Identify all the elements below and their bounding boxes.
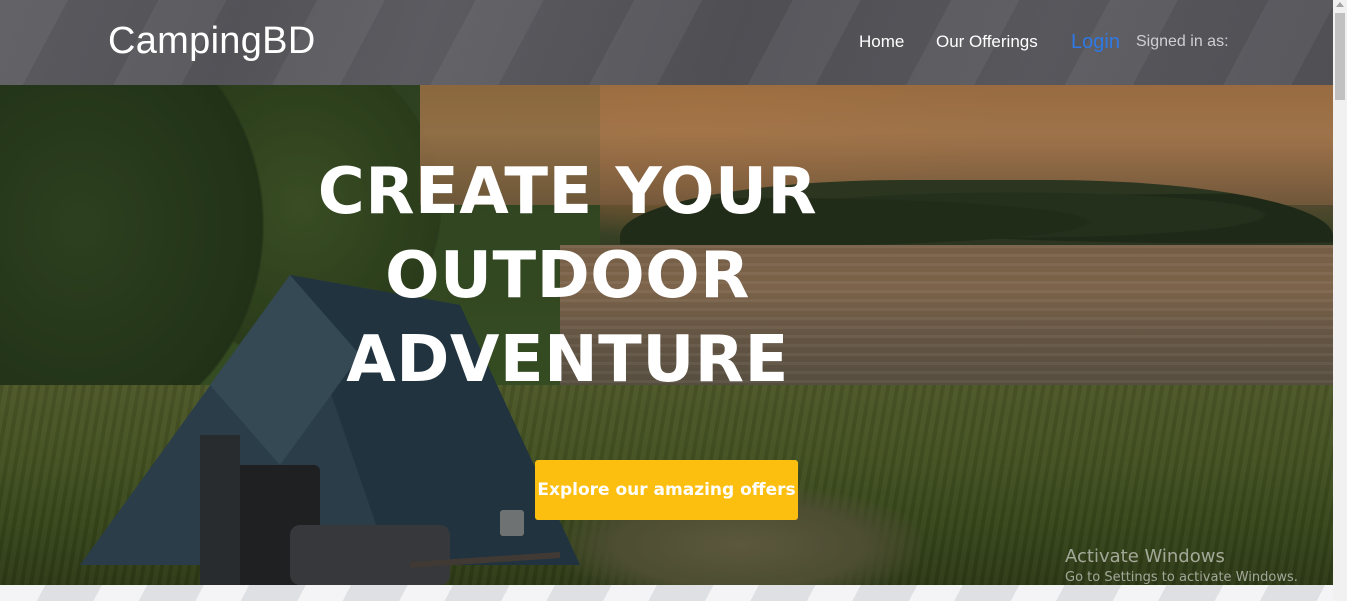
headline-line-3: ADVENTURE: [346, 323, 789, 397]
page-bottom-strip: [0, 585, 1333, 601]
signed-in-status: Signed in as:: [1136, 33, 1229, 50]
watermark-title: Activate Windows: [1065, 546, 1225, 567]
hero-headline: CREATE YOUR OUTDOOR ADVENTURE: [300, 150, 835, 402]
nav-link-login[interactable]: Login: [1071, 31, 1120, 54]
headline-line-2: OUTDOOR: [385, 239, 750, 313]
top-navbar: CampingBD Home Our Offerings Login Signe…: [0, 0, 1333, 85]
headline-line-1: CREATE YOUR: [317, 155, 818, 229]
nav-link-our-offerings[interactable]: Our Offerings: [936, 32, 1038, 52]
hero-section: CREATE YOUR OUTDOOR ADVENTURE Explore ou…: [0, 85, 1333, 585]
scroll-up-arrow-icon[interactable]: [1336, 2, 1344, 7]
nav-link-home[interactable]: Home: [859, 32, 904, 52]
vertical-scrollbar[interactable]: [1333, 0, 1347, 601]
explore-offers-button[interactable]: Explore our amazing offers: [535, 460, 798, 520]
watermark-subtitle: Go to Settings to activate Windows.: [1065, 570, 1298, 585]
scrollbar-thumb[interactable]: [1335, 13, 1345, 100]
brand-logo-text[interactable]: CampingBD: [108, 20, 316, 63]
activate-windows-watermark: Activate Windows Go to Settings to activ…: [1065, 546, 1298, 585]
